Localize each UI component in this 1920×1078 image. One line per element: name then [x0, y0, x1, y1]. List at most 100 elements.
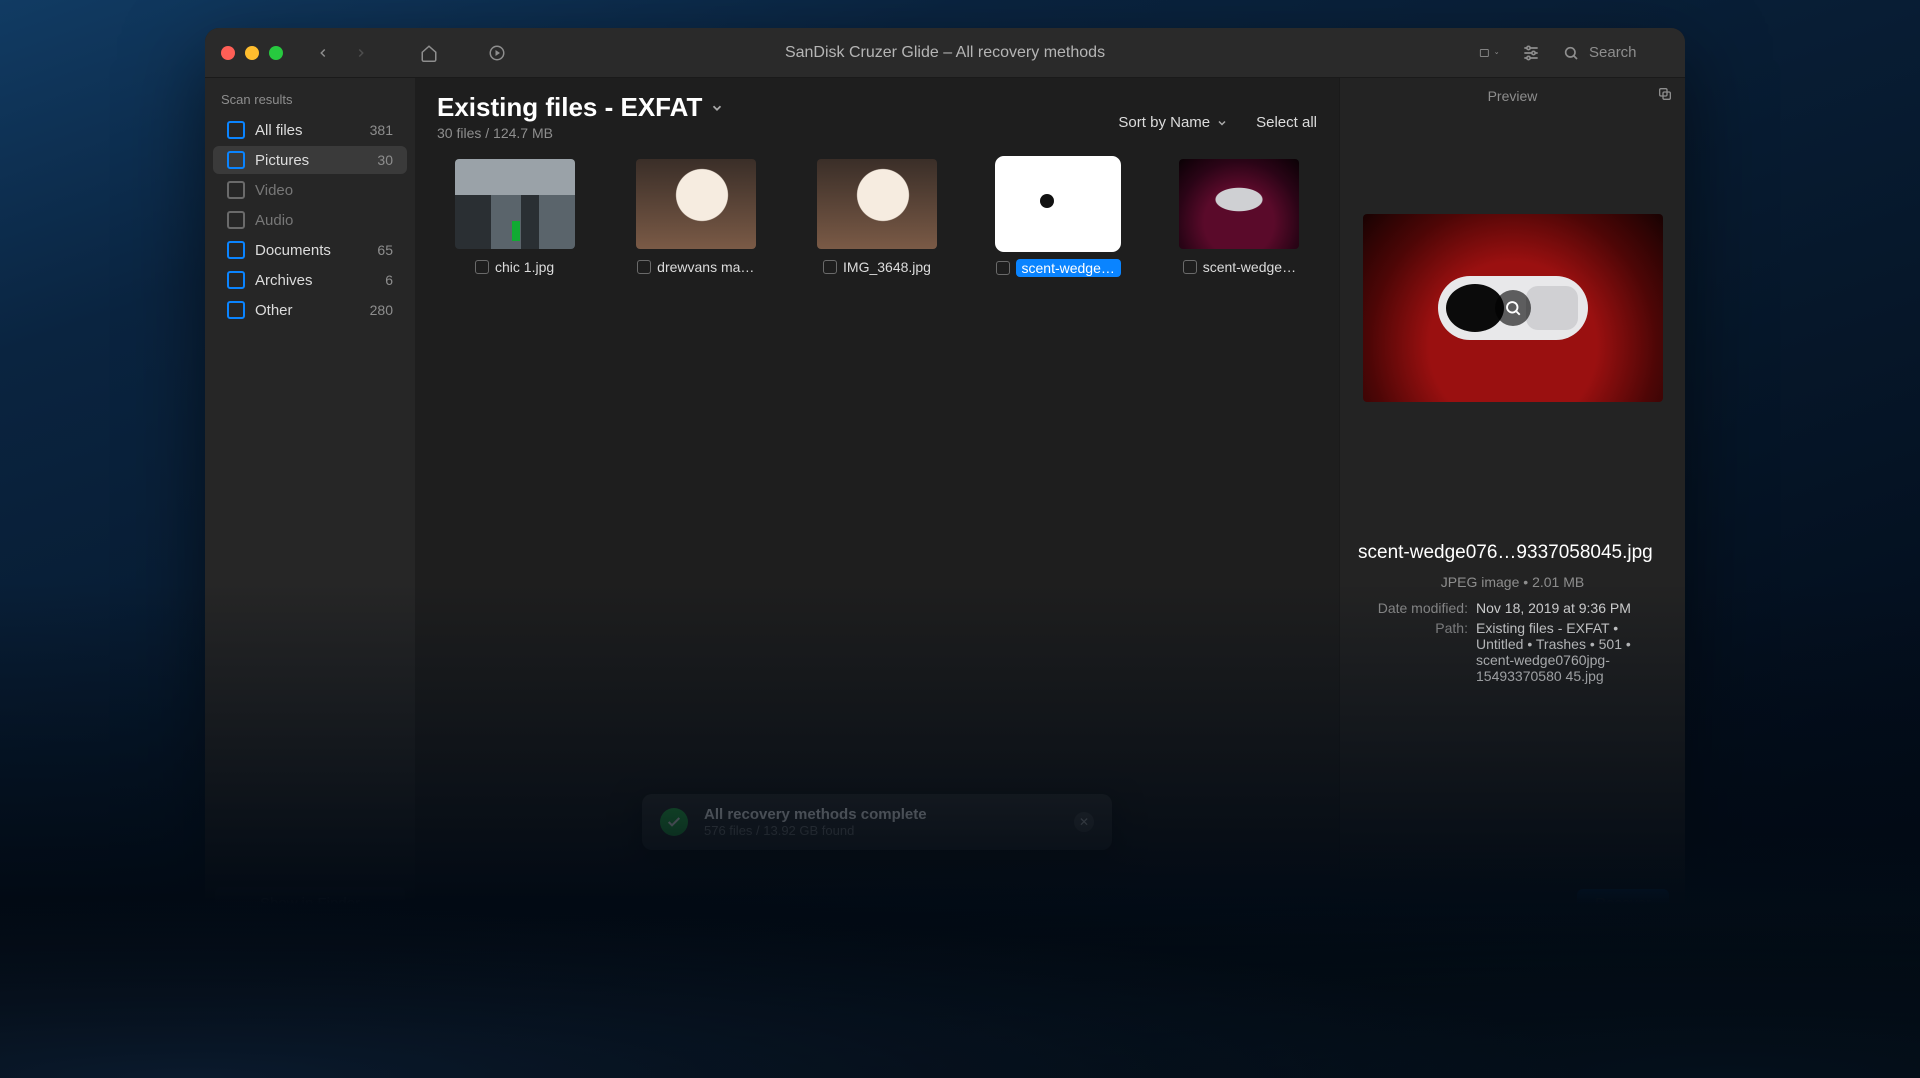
file-thumbnail: [998, 159, 1118, 249]
sidebar-item-count: 381: [370, 122, 393, 138]
preview-image[interactable]: [1363, 214, 1663, 402]
sidebar-item-pictures[interactable]: Pictures 30: [213, 146, 407, 174]
file-name: drewvans ma…: [657, 259, 754, 275]
sidebar-item-label: Video: [255, 182, 293, 199]
chevron-down-icon[interactable]: [710, 101, 724, 115]
sidebar: Scan results All files 381 Pictures 30 V…: [205, 78, 415, 930]
documents-icon: [227, 241, 245, 259]
chevron-down-icon: [1216, 117, 1228, 129]
file-thumbnail: [455, 159, 575, 249]
sidebar-item-label: Audio: [255, 212, 293, 229]
drive-icon: [429, 906, 443, 922]
folder-icon: [889, 908, 905, 920]
main-pane: Existing files - EXFAT 30 files / 124.7 …: [415, 78, 1339, 930]
breadcrumb-item[interactable]: SanDisk Cruzer Glide: [455, 906, 590, 922]
file-name: scent-wedge…: [1016, 259, 1121, 277]
close-icon[interactable]: [221, 46, 235, 60]
file-checkbox[interactable]: [823, 260, 837, 274]
breadcrumb-item[interactable]: Existing files - EXFAT: [638, 906, 772, 922]
main-header: Existing files - EXFAT 30 files / 124.7 …: [415, 78, 1339, 149]
sidebar-item-label: Documents: [255, 242, 331, 259]
chevron-right-icon: ›: [975, 906, 980, 922]
file-thumbnail: [636, 159, 756, 249]
toast-subtitle: 576 files / 13.92 GB found: [704, 823, 927, 838]
show-in-finder-button[interactable]: Show in Finder: [215, 887, 405, 920]
recover-button[interactable]: Recover: [1577, 889, 1669, 918]
sidebar-item-audio[interactable]: Audio: [213, 206, 407, 234]
file-name: IMG_3648.jpg: [843, 259, 931, 275]
file-item[interactable]: IMG_3648.jpg: [789, 155, 964, 305]
preview-path-value: Existing files - EXFAT • Untitled • Tras…: [1476, 620, 1667, 684]
folder-icon: [987, 908, 1003, 920]
file-item[interactable]: chic 1.jpg: [427, 155, 602, 305]
chevron-right-icon: ›: [780, 906, 785, 922]
file-thumbnail: [817, 159, 937, 249]
breadcrumb-item[interactable]: Trashes: [917, 906, 967, 922]
sidebar-item-other[interactable]: Other 280: [213, 296, 407, 324]
breadcrumb-item[interactable]: 501: [1015, 906, 1038, 922]
app-window: SanDisk Cruzer Glide – All recovery meth…: [205, 28, 1685, 930]
sidebar-item-label: All files: [255, 122, 303, 139]
copy-icon[interactable]: [1657, 86, 1673, 102]
file-checkbox[interactable]: [996, 261, 1010, 275]
titlebar: SanDisk Cruzer Glide – All recovery meth…: [205, 28, 1685, 78]
sidebar-header: Scan results: [205, 86, 415, 115]
file-checkbox[interactable]: [475, 260, 489, 274]
preview-panel: Preview scent-wedge076…9337058045.jpg JP…: [1339, 78, 1685, 930]
back-button[interactable]: [313, 43, 333, 63]
folder-icon: [610, 908, 626, 920]
forward-button[interactable]: [351, 43, 371, 63]
view-mode-button[interactable]: [1479, 43, 1499, 63]
file-checkbox[interactable]: [637, 260, 651, 274]
sort-button[interactable]: Sort by Name: [1118, 114, 1228, 131]
sidebar-item-label: Archives: [255, 272, 313, 289]
sidebar-item-video[interactable]: Video: [213, 176, 407, 204]
nav-arrows: [313, 43, 507, 63]
file-thumbnail: [1179, 159, 1299, 249]
sidebar-item-count: 6: [385, 272, 393, 288]
settings-icon[interactable]: [1521, 43, 1541, 63]
search-input[interactable]: [1587, 43, 1667, 62]
minimize-icon[interactable]: [245, 46, 259, 60]
file-item[interactable]: scent-wedge…: [1152, 155, 1327, 305]
preview-path-key: Path:: [1358, 620, 1468, 684]
sidebar-item-label: Other: [255, 302, 293, 319]
other-icon: [227, 301, 245, 319]
toast-close-button[interactable]: ✕: [1074, 812, 1094, 832]
sidebar-item-count: 30: [377, 152, 393, 168]
file-checkbox[interactable]: [1183, 260, 1197, 274]
rescan-button[interactable]: [487, 43, 507, 63]
audio-icon: [227, 211, 245, 229]
select-all-button[interactable]: Select all: [1256, 114, 1317, 131]
chevron-right-icon: ›: [876, 906, 881, 922]
pictures-icon: [227, 151, 245, 169]
folder-icon: [227, 121, 245, 139]
page-title: Existing files - EXFAT: [437, 92, 702, 123]
zoom-icon[interactable]: [269, 46, 283, 60]
archives-icon: [227, 271, 245, 289]
sidebar-item-all-files[interactable]: All files 381: [213, 116, 407, 144]
file-name: scent-wedge…: [1203, 259, 1296, 275]
file-name: chic 1.jpg: [495, 259, 554, 275]
search-field[interactable]: [1563, 43, 1667, 62]
chevron-right-icon: ›: [598, 906, 603, 922]
zoom-icon[interactable]: [1495, 290, 1531, 326]
preview-date-value: Nov 18, 2019 at 9:36 PM: [1476, 600, 1667, 616]
folder-icon: [793, 908, 809, 920]
toast-title: All recovery methods complete: [704, 806, 927, 823]
page-subtitle: 30 files / 124.7 MB: [437, 125, 724, 141]
sidebar-item-count: 280: [370, 302, 393, 318]
video-icon: [227, 181, 245, 199]
file-grid: chic 1.jpg drewvans ma… IMG_3648.jpg: [415, 149, 1339, 896]
breadcrumb-item[interactable]: Untitled: [821, 906, 868, 922]
file-item[interactable]: drewvans ma…: [608, 155, 783, 305]
file-item[interactable]: scent-wedge…: [971, 155, 1146, 305]
breadcrumb: SanDisk Cruzer Glide › Existing files - …: [415, 896, 1339, 930]
preview-header: Preview: [1488, 88, 1538, 104]
sidebar-item-documents[interactable]: Documents 65: [213, 236, 407, 264]
home-button[interactable]: [419, 43, 439, 63]
check-icon: [660, 808, 688, 836]
traffic-lights: [221, 46, 283, 60]
sidebar-item-archives[interactable]: Archives 6: [213, 266, 407, 294]
preview-meta: JPEG image • 2.01 MB: [1340, 564, 1685, 594]
